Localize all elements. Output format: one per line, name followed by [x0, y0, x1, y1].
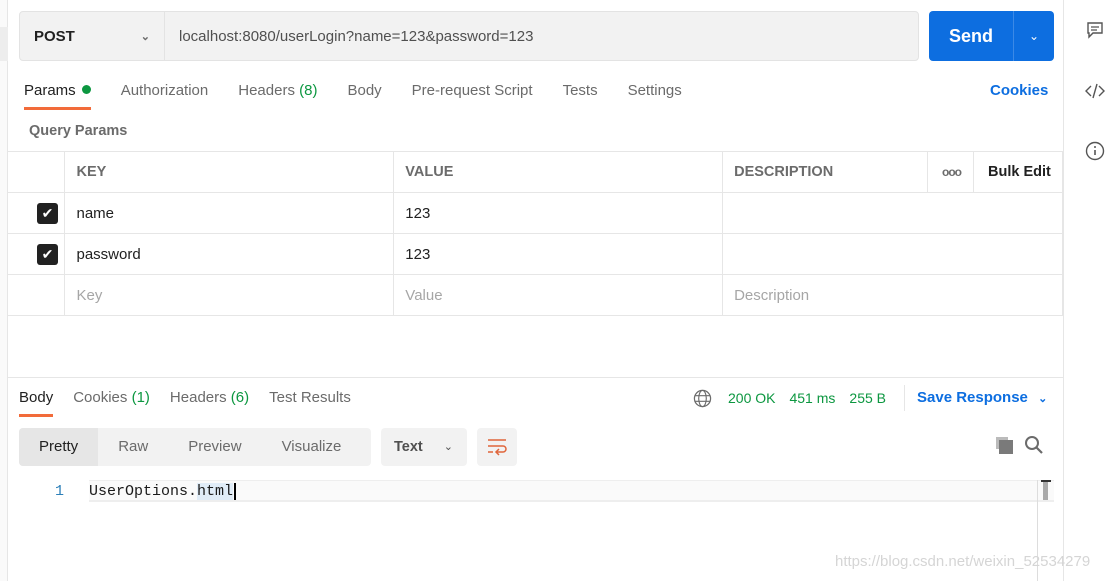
status-code[interactable]: 200 OK: [728, 390, 775, 406]
tab-prerequest-script[interactable]: Pre-request Script: [412, 80, 533, 110]
tab-test-results[interactable]: Test Results: [269, 387, 351, 417]
tab-tests[interactable]: Tests: [563, 80, 598, 110]
query-params-title: Query Params: [29, 123, 128, 139]
tab-response-headers[interactable]: Headers (6): [170, 387, 249, 417]
url-input[interactable]: localhost:8080/userLogin?name=123&passwo…: [165, 28, 533, 45]
response-status: 200 OK 451 ms 255 B: [693, 387, 900, 409]
query-params-table: KEY VALUE DESCRIPTION ooo Bulk Edit ✔ na…: [8, 151, 1063, 316]
checkbox-checked[interactable]: ✔: [37, 243, 58, 265]
save-response-button[interactable]: Save Response ⌄: [904, 385, 1047, 411]
column-description: DESCRIPTION: [722, 151, 929, 193]
tab-settings[interactable]: Settings: [628, 80, 682, 110]
checkbox-checked[interactable]: ✔: [37, 202, 58, 224]
tab-body[interactable]: Body: [347, 80, 381, 110]
watermark: https://blog.csdn.net/weixin_52534279: [835, 553, 1091, 570]
response-time[interactable]: 451 ms: [789, 390, 835, 406]
format-select[interactable]: Text ⌄: [381, 428, 467, 466]
code-icon[interactable]: [1085, 82, 1105, 100]
method-label: POST: [34, 27, 75, 45]
param-key[interactable]: password: [64, 233, 395, 275]
wrap-lines-button[interactable]: [477, 428, 517, 466]
table-row: ✔ password 123: [8, 233, 1063, 275]
more-options-icon[interactable]: ooo: [927, 151, 974, 193]
param-key[interactable]: name: [64, 192, 395, 234]
table-header: KEY VALUE DESCRIPTION ooo Bulk Edit: [8, 151, 1063, 193]
response-tabs: Body Cookies (1) Headers (6) Test Result…: [19, 387, 371, 417]
table-row: ✔ name 123: [8, 192, 1063, 234]
globe-icon[interactable]: [693, 389, 712, 408]
chevron-down-icon: ⌄: [443, 441, 453, 453]
response-body-text[interactable]: UserOptions.html: [89, 483, 237, 500]
search-icon[interactable]: [1024, 435, 1044, 455]
left-sidebar-strip: [0, 0, 8, 581]
column-value: VALUE: [393, 151, 724, 193]
view-pretty[interactable]: Pretty: [19, 428, 99, 466]
request-tabs: Params Authorization Headers (8) Body Pr…: [24, 80, 712, 110]
params-active-dot: [81, 85, 91, 94]
view-preview[interactable]: Preview: [168, 428, 261, 466]
tab-authorization[interactable]: Authorization: [121, 80, 209, 110]
tab-response-body[interactable]: Body: [19, 387, 54, 417]
view-mode-selector: Pretty Raw Preview Visualize: [19, 428, 371, 466]
column-key: KEY: [64, 151, 395, 193]
url-bar: POST ⌄ localhost:8080/userLogin?name=123&…: [19, 11, 919, 61]
method-select[interactable]: POST ⌄: [20, 12, 165, 60]
param-value[interactable]: 123: [393, 192, 724, 234]
description-input[interactable]: Description: [722, 274, 1063, 316]
response-size[interactable]: 255 B: [849, 390, 886, 406]
param-description[interactable]: [722, 233, 1063, 275]
chevron-down-icon: ⌄: [1038, 393, 1048, 405]
line-number: 1: [55, 483, 65, 500]
info-icon[interactable]: [1085, 141, 1105, 161]
send-label: Send: [929, 11, 1014, 61]
send-button[interactable]: Send ⌄: [929, 11, 1054, 61]
scrollbar[interactable]: [1041, 480, 1051, 502]
table-row-new: Key Value Description: [8, 274, 1063, 316]
key-input[interactable]: Key: [64, 274, 395, 316]
divider: [8, 377, 1063, 378]
value-input[interactable]: Value: [393, 274, 724, 316]
tab-response-cookies[interactable]: Cookies (1): [73, 387, 150, 417]
copy-icon[interactable]: [995, 436, 1014, 455]
param-description[interactable]: [722, 192, 1063, 234]
bulk-edit-button[interactable]: Bulk Edit: [973, 151, 1063, 193]
chevron-down-icon[interactable]: ⌄: [1014, 29, 1054, 43]
cookies-link[interactable]: Cookies: [990, 82, 1048, 99]
chevron-down-icon: ⌄: [140, 30, 150, 43]
view-visualize[interactable]: Visualize: [262, 428, 362, 466]
comment-icon[interactable]: [1086, 21, 1104, 39]
view-raw[interactable]: Raw: [98, 428, 168, 466]
right-sidebar: [1063, 0, 1115, 581]
wrap-icon: [488, 439, 507, 456]
tab-params[interactable]: Params: [24, 80, 91, 110]
param-value[interactable]: 123: [393, 233, 724, 275]
tab-headers[interactable]: Headers (8): [238, 80, 317, 110]
